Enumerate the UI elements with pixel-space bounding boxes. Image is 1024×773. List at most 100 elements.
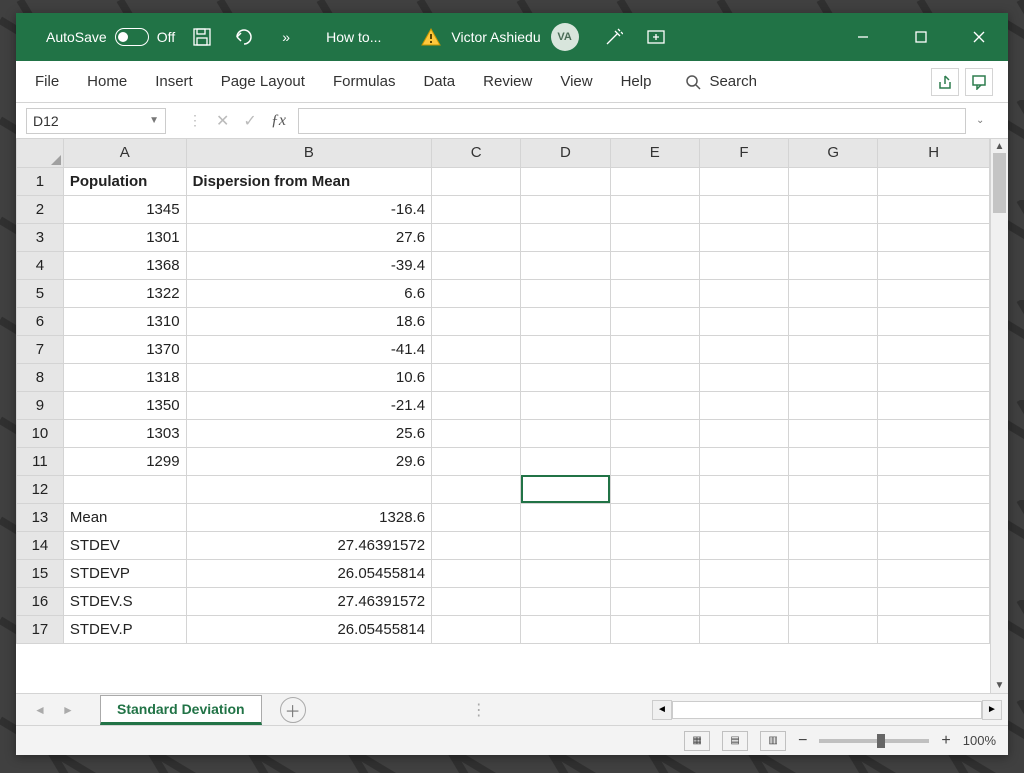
zoom-level[interactable]: 100% — [963, 733, 996, 748]
dots-icon[interactable]: ⋮ — [188, 112, 202, 129]
autosave-toggle[interactable]: AutoSave Off — [46, 28, 175, 46]
chevron-down-icon[interactable]: ▼ — [149, 115, 159, 126]
cell[interactable] — [63, 475, 186, 503]
cell[interactable] — [432, 223, 521, 251]
cell[interactable] — [699, 251, 788, 279]
tab-help[interactable]: Help — [617, 69, 656, 94]
cell[interactable] — [878, 195, 990, 223]
row-header[interactable]: 13 — [17, 503, 64, 531]
row-header[interactable]: 11 — [17, 447, 64, 475]
cell[interactable] — [610, 167, 699, 195]
cell[interactable] — [610, 531, 699, 559]
cell[interactable] — [521, 251, 610, 279]
cell[interactable]: Population — [63, 167, 186, 195]
cell[interactable] — [878, 559, 990, 587]
user-name[interactable]: Victor Ashiedu — [451, 29, 540, 45]
view-page-break-button[interactable]: ▥ — [760, 731, 786, 751]
cell[interactable] — [432, 447, 521, 475]
cell[interactable]: 6.6 — [186, 279, 431, 307]
cell[interactable]: 1368 — [63, 251, 186, 279]
cell[interactable]: 1350 — [63, 391, 186, 419]
cell[interactable] — [521, 447, 610, 475]
cell[interactable] — [878, 447, 990, 475]
row-header[interactable]: 15 — [17, 559, 64, 587]
cell[interactable] — [521, 363, 610, 391]
tab-page-layout[interactable]: Page Layout — [217, 69, 309, 94]
zoom-slider-thumb[interactable] — [877, 734, 885, 748]
cell[interactable] — [432, 195, 521, 223]
cell[interactable] — [432, 167, 521, 195]
cell[interactable]: 27.46391572 — [186, 531, 431, 559]
cell[interactable] — [878, 531, 990, 559]
cell[interactable] — [432, 475, 521, 503]
share-button[interactable] — [931, 68, 959, 96]
select-all-corner[interactable] — [17, 139, 64, 167]
cell[interactable] — [521, 335, 610, 363]
toggle-switch[interactable] — [115, 28, 149, 46]
new-sheet-button[interactable]: ＋ — [280, 697, 306, 723]
cell[interactable]: STDEVP — [63, 559, 186, 587]
cell[interactable] — [789, 615, 878, 643]
column-header[interactable]: B — [186, 139, 431, 167]
cell[interactable] — [699, 335, 788, 363]
zoom-slider[interactable] — [819, 739, 929, 743]
confirm-icon[interactable]: ✓ — [243, 111, 256, 131]
cell[interactable] — [432, 391, 521, 419]
column-header[interactable]: C — [432, 139, 521, 167]
cell[interactable] — [432, 615, 521, 643]
cell[interactable] — [432, 587, 521, 615]
cell[interactable] — [610, 279, 699, 307]
cell[interactable]: 1310 — [63, 307, 186, 335]
cell[interactable] — [699, 531, 788, 559]
cell[interactable] — [878, 475, 990, 503]
column-header[interactable]: D — [521, 139, 610, 167]
cell[interactable] — [610, 335, 699, 363]
quick-access-icon[interactable] — [599, 28, 629, 46]
row-header[interactable]: 14 — [17, 531, 64, 559]
cell[interactable] — [432, 419, 521, 447]
zoom-in-button[interactable]: + — [941, 732, 950, 750]
row-header[interactable]: 12 — [17, 475, 64, 503]
cell[interactable] — [521, 475, 610, 503]
cell[interactable] — [432, 559, 521, 587]
cell[interactable]: Mean — [63, 503, 186, 531]
column-header[interactable]: F — [699, 139, 788, 167]
cell[interactable] — [521, 279, 610, 307]
hscroll-track[interactable] — [672, 701, 982, 719]
scroll-up-icon[interactable]: ▲ — [991, 141, 1008, 152]
cell[interactable]: STDEV.P — [63, 615, 186, 643]
cell[interactable] — [521, 391, 610, 419]
save-button[interactable] — [187, 28, 217, 46]
tab-home[interactable]: Home — [83, 69, 131, 94]
row-header[interactable]: 8 — [17, 363, 64, 391]
cell[interactable] — [521, 559, 610, 587]
cell[interactable] — [432, 307, 521, 335]
next-sheet-button[interactable]: ► — [54, 703, 82, 717]
cell[interactable] — [699, 559, 788, 587]
cell[interactable]: STDEV.S — [63, 587, 186, 615]
more-qat[interactable]: » — [271, 29, 301, 45]
cell[interactable] — [878, 167, 990, 195]
cell[interactable] — [521, 587, 610, 615]
cell[interactable] — [878, 335, 990, 363]
row-header[interactable]: 17 — [17, 615, 64, 643]
cell[interactable] — [699, 195, 788, 223]
cell[interactable] — [789, 167, 878, 195]
cell[interactable]: -16.4 — [186, 195, 431, 223]
cell[interactable] — [432, 503, 521, 531]
column-header[interactable]: G — [789, 139, 878, 167]
cell[interactable] — [789, 223, 878, 251]
cell[interactable]: -39.4 — [186, 251, 431, 279]
cell[interactable] — [610, 615, 699, 643]
cell[interactable] — [789, 335, 878, 363]
cell[interactable] — [878, 363, 990, 391]
cell[interactable]: 18.6 — [186, 307, 431, 335]
tab-view[interactable]: View — [556, 69, 596, 94]
cell[interactable]: 1299 — [63, 447, 186, 475]
cell[interactable] — [610, 587, 699, 615]
cell[interactable] — [521, 615, 610, 643]
cell[interactable] — [521, 503, 610, 531]
cell[interactable] — [699, 391, 788, 419]
cell[interactable] — [789, 363, 878, 391]
row-header[interactable]: 9 — [17, 391, 64, 419]
